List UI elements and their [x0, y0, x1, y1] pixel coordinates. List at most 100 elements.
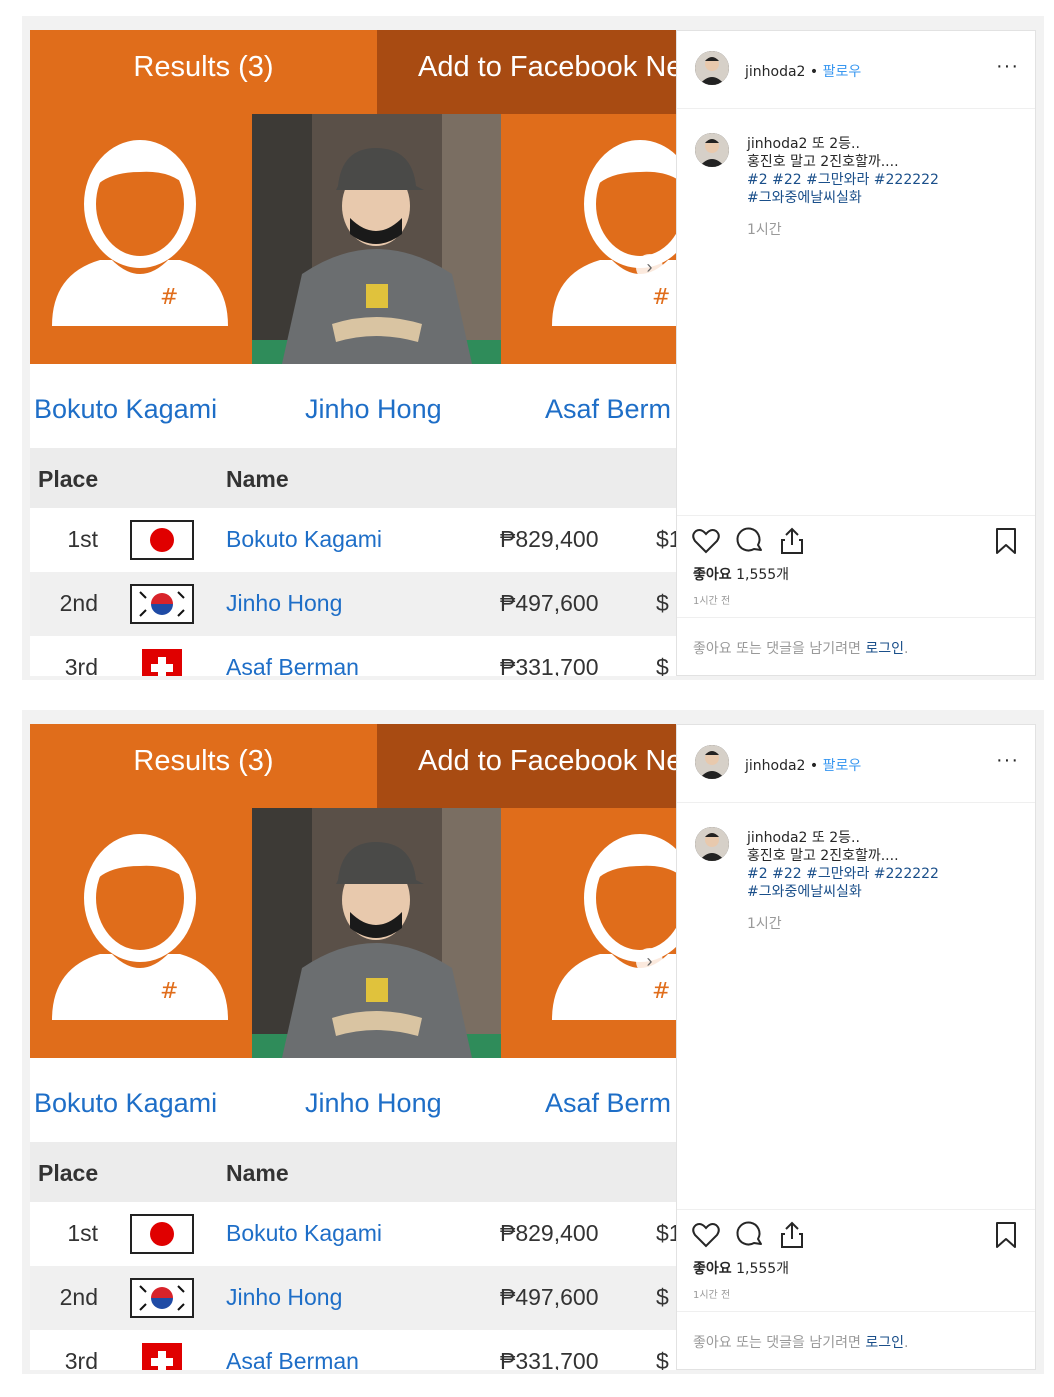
player-name-link[interactable]: Asaf Berm — [545, 394, 671, 425]
heart-icon[interactable] — [691, 526, 721, 556]
place-cell: 1st — [67, 526, 98, 552]
results-tabs: Results (3) Add to Facebook Ne — [30, 30, 676, 114]
table-row: 1st Bokuto Kagami ₱829,400 $1 — [30, 1202, 676, 1266]
avatar[interactable] — [695, 133, 729, 167]
player-placeholder-icon: # — [502, 808, 676, 1058]
results-widget: Results (3) Add to Facebook Ne # # › Bok… — [30, 724, 676, 1370]
player-name-link[interactable]: Bokuto Kagami — [226, 526, 382, 553]
player-name-link[interactable]: Jinho Hong — [226, 1284, 342, 1311]
prize-cell: ₱497,600 — [500, 1284, 599, 1310]
heart-icon[interactable] — [691, 1220, 721, 1250]
comment-icon[interactable] — [735, 1220, 765, 1250]
place-cell: 1st — [67, 1220, 98, 1246]
avatar[interactable] — [695, 827, 729, 861]
more-options-icon[interactable]: ··· — [996, 749, 1019, 772]
switzerland-flag-icon — [142, 1343, 182, 1370]
player-name-link[interactable]: Jinho Hong — [226, 590, 342, 617]
comment-icon[interactable] — [735, 526, 765, 556]
svg-text:#: # — [160, 979, 178, 1004]
column-header-place[interactable]: Place — [38, 466, 98, 493]
hashtag-links[interactable]: #2 #22 #그만와라 #222222 — [747, 866, 939, 882]
avatar[interactable] — [695, 51, 729, 85]
korea-flag-icon — [130, 1278, 194, 1318]
username-link[interactable]: jinhoda2 — [745, 64, 805, 80]
carousel-next-icon[interactable]: › — [636, 948, 663, 975]
caption-text: jinhoda2 또 2등.. 홍진호 말고 2진호할까.... #2 #22 … — [747, 135, 1017, 239]
likes-count[interactable]: 좋아요 1,555개 — [693, 1258, 789, 1278]
hashtag-links[interactable]: #2 #22 #그만와라 #222222 — [747, 172, 939, 188]
more-options-icon[interactable]: ··· — [996, 55, 1019, 78]
post-header: jinhoda2 • 팔로우 ··· — [677, 31, 1035, 109]
usd-cell: $ — [656, 1348, 669, 1370]
player-name-link[interactable]: Asaf Berm — [545, 1088, 671, 1119]
player-name-link[interactable]: Asaf Berman — [226, 1348, 359, 1370]
post-actions: 좋아요 1,555개 1시간 전 — [677, 1209, 1035, 1311]
table-row: 3rd Asaf Berman ₱331,700 $ — [30, 636, 676, 676]
column-header-name[interactable]: Name — [226, 466, 289, 493]
instagram-post-panel: jinhoda2 • 팔로우 ··· jinhoda2 또 2등.. 홍진호 말… — [676, 724, 1036, 1370]
player-card[interactable]: # — [502, 114, 676, 364]
bookmark-icon[interactable] — [991, 1220, 1021, 1250]
follow-button[interactable]: 팔로우 — [823, 64, 862, 80]
player-name-link[interactable]: Bokuto Kagami — [226, 1220, 382, 1247]
caption-line: 또 2등.. — [811, 830, 860, 846]
login-link[interactable]: 로그인 — [865, 1335, 904, 1351]
player-placeholder-icon: # — [502, 114, 676, 364]
usd-cell: $1 — [656, 1220, 676, 1246]
player-name-link[interactable]: Jinho Hong — [305, 394, 442, 425]
caption-time: 1시간 — [747, 916, 782, 932]
caption-time: 1시간 — [747, 222, 782, 238]
usd-cell: $ — [656, 654, 669, 676]
korea-flag-icon — [130, 584, 194, 624]
table-row: 2nd Jinho Hong ₱497,600 $ — [30, 1266, 676, 1330]
player-name-link[interactable]: Jinho Hong — [305, 1088, 442, 1119]
table-row: 1st Bokuto Kagami ₱829,400 $1 — [30, 508, 676, 572]
player-names: Bokuto Kagami Jinho Hong Asaf Berm — [30, 364, 676, 448]
post-actions: 좋아요 1,555개 1시간 전 — [677, 515, 1035, 617]
share-icon[interactable] — [777, 1220, 807, 1250]
tab-results[interactable]: Results (3) — [30, 724, 377, 808]
japan-flag-icon — [130, 520, 194, 560]
add-to-facebook-button[interactable]: Add to Facebook Ne — [377, 724, 676, 808]
screenshot-panel: Results (3) Add to Facebook Ne # # › Bok… — [22, 710, 1044, 1374]
player-name-link[interactable]: Bokuto Kagami — [34, 1088, 217, 1119]
player-photo[interactable] — [252, 808, 501, 1058]
carousel-next-icon[interactable]: › — [636, 254, 663, 281]
column-header-place[interactable]: Place — [38, 1160, 98, 1187]
player-card[interactable]: # — [30, 114, 250, 364]
usd-cell: $ — [656, 1284, 669, 1310]
player-name-link[interactable]: Bokuto Kagami — [34, 394, 217, 425]
avatar[interactable] — [695, 745, 729, 779]
hashtag-links[interactable]: #그와중에날씨실화 — [747, 884, 862, 900]
post-timestamp: 1시간 전 — [693, 596, 731, 607]
player-placeholder-icon: # — [30, 114, 250, 364]
hashtag-links[interactable]: #그와중에날씨실화 — [747, 190, 862, 206]
caption-line: 홍진호 말고 2진호할까.... — [747, 154, 899, 170]
caption-username-link[interactable]: jinhoda2 — [747, 136, 807, 152]
prize-cell: ₱497,600 — [500, 590, 599, 616]
bookmark-icon[interactable] — [991, 526, 1021, 556]
likes-count[interactable]: 좋아요 1,555개 — [693, 564, 789, 584]
follow-button[interactable]: 팔로우 — [823, 758, 862, 774]
caption-username-link[interactable]: jinhoda2 — [747, 830, 807, 846]
prize-cell: ₱829,400 — [500, 526, 599, 552]
player-name-link[interactable]: Asaf Berman — [226, 654, 359, 676]
login-link[interactable]: 로그인 — [865, 641, 904, 657]
column-header-name[interactable]: Name — [226, 1160, 289, 1187]
add-to-facebook-button[interactable]: Add to Facebook Ne — [377, 30, 676, 114]
table-row: 3rd Asaf Berman ₱331,700 $ — [30, 1330, 676, 1370]
svg-text:#: # — [160, 285, 178, 310]
player-carousel: # # — [30, 114, 676, 364]
post-timestamp: 1시간 전 — [693, 1290, 731, 1301]
player-card[interactable]: # — [502, 808, 676, 1058]
player-card[interactable]: # — [30, 808, 250, 1058]
place-cell: 2nd — [59, 1284, 98, 1310]
player-names: Bokuto Kagami Jinho Hong Asaf Berm — [30, 1058, 676, 1142]
share-icon[interactable] — [777, 526, 807, 556]
place-cell: 2nd — [59, 590, 98, 616]
username-link[interactable]: jinhoda2 — [745, 758, 805, 774]
results-tabs: Results (3) Add to Facebook Ne — [30, 724, 676, 808]
player-photo[interactable] — [252, 114, 501, 364]
caption-line: 홍진호 말고 2진호할까.... — [747, 848, 899, 864]
tab-results[interactable]: Results (3) — [30, 30, 377, 114]
